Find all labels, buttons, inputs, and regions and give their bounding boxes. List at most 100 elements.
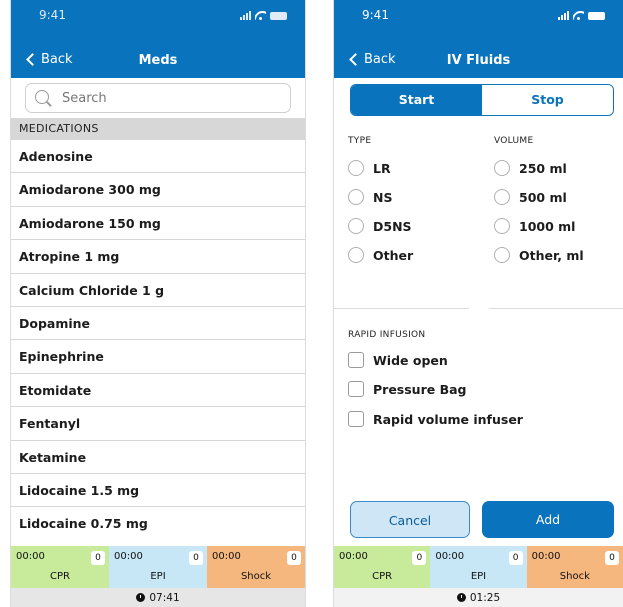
medication-item[interactable]: Amiodarone 300 mg: [11, 173, 305, 207]
type-header: TYPE: [348, 136, 372, 146]
type-option-label: LR: [373, 160, 391, 176]
divider: [489, 308, 623, 309]
radio-button[interactable]: [348, 189, 364, 205]
checkbox[interactable]: [348, 352, 364, 368]
radio-button[interactable]: [348, 160, 364, 176]
search-icon: [34, 89, 52, 107]
cancel-button[interactable]: Cancel: [350, 501, 470, 538]
type-option-lr[interactable]: LR: [348, 160, 391, 176]
wifi-icon: [573, 11, 584, 20]
add-button[interactable]: Add: [482, 501, 614, 538]
signal-icon: [558, 11, 569, 20]
checkbox[interactable]: [348, 411, 364, 427]
meds-screen: 9:41 Back Meds MEDICATIONS Adenosine Ami…: [10, 0, 306, 607]
rapid-option-label: Wide open: [373, 352, 448, 368]
rapid-option-label: Rapid volume infuser: [373, 411, 523, 427]
shock-count: 0: [287, 551, 301, 565]
timer-bar: 00:00 0 CPR 00:00 0 EPI 00:00 0 Shock: [11, 546, 305, 588]
shock-timer[interactable]: 00:00 0 Shock: [526, 546, 623, 588]
epi-timer[interactable]: 00:00 0 EPI: [109, 546, 207, 588]
segment-start[interactable]: Start: [351, 85, 482, 115]
volume-header: VOLUME: [494, 136, 534, 146]
iv-fluids-screen: 9:41 Back IV Fluids Start Stop TYPE VOLU…: [333, 0, 623, 607]
medication-item[interactable]: Adenosine: [11, 140, 305, 174]
search-input[interactable]: [62, 90, 262, 106]
medication-item[interactable]: Fentanyl: [11, 407, 305, 441]
signal-icon: [240, 11, 251, 20]
shock-time: 00:00: [531, 551, 561, 562]
status-icons: [558, 11, 605, 20]
cpr-count: 0: [91, 551, 105, 565]
clock-icon: [136, 593, 146, 602]
type-option-label: D5NS: [373, 218, 412, 234]
medication-item[interactable]: Lidocaine 1.5 mg: [11, 474, 305, 508]
search-box[interactable]: [25, 83, 291, 113]
status-bar: 9:41: [334, 8, 623, 26]
page-title: IV Fluids: [446, 53, 511, 68]
shock-timer[interactable]: 00:00 0 Shock: [207, 546, 305, 588]
cpr-label: CPR: [50, 571, 70, 582]
medication-item[interactable]: Ketamine: [11, 441, 305, 474]
epi-label: EPI: [150, 571, 166, 582]
rapid-option-rapid-volume-infuser[interactable]: Rapid volume infuser: [348, 411, 523, 427]
start-stop-segmented-control: Start Stop: [350, 84, 614, 116]
radio-button[interactable]: [494, 189, 510, 205]
type-option-ns[interactable]: NS: [348, 189, 392, 205]
cpr-timer[interactable]: 00:00 0 CPR: [334, 546, 431, 588]
cpr-time: 00:00: [339, 551, 368, 562]
epi-count: 0: [189, 551, 203, 565]
radio-button[interactable]: [494, 218, 510, 234]
medication-item[interactable]: Amiodarone 150 mg: [11, 207, 305, 241]
iv-fluids-header: 9:41 Back IV Fluids: [334, 0, 623, 78]
medication-item[interactable]: Dopamine: [11, 307, 305, 341]
volume-option-other[interactable]: Other, ml: [494, 247, 584, 263]
volume-option-label: 1000 ml: [519, 218, 576, 234]
rapid-infusion-header: RAPID INFUSION: [348, 330, 426, 340]
status-time: 9:41: [39, 8, 66, 22]
volume-option-1000[interactable]: 1000 ml: [494, 218, 575, 234]
timer-bar: 00:00 0 CPR 00:00 0 EPI 00:00 0 Shock: [334, 546, 623, 588]
type-option-d5ns[interactable]: D5NS: [348, 218, 412, 234]
medication-list: Adenosine Amiodarone 300 mg Amiodarone 1…: [11, 140, 305, 541]
radio-button[interactable]: [348, 218, 364, 234]
volume-option-label: Other, ml: [519, 247, 584, 263]
type-option-label: NS: [373, 189, 393, 205]
nav-bar: Back IV Fluids: [334, 52, 623, 74]
shock-label: Shock: [240, 571, 272, 582]
segment-stop[interactable]: Stop: [482, 85, 613, 115]
type-option-other[interactable]: Other: [348, 247, 413, 263]
rapid-option-label: Pressure Bag: [373, 381, 467, 397]
elapsed-timer: 01:25: [334, 588, 623, 607]
cpr-time: 00:00: [16, 551, 45, 562]
status-bar: 9:41: [11, 8, 305, 26]
volume-option-label: 250 ml: [519, 160, 567, 176]
epi-count: 0: [508, 551, 523, 565]
medication-item[interactable]: Calcium Chloride 1 g: [11, 274, 305, 307]
checkbox[interactable]: [348, 381, 364, 397]
status-icons: [240, 11, 287, 20]
medication-item[interactable]: Atropine 1 mg: [11, 240, 305, 274]
status-time: 9:41: [362, 8, 389, 22]
battery-icon: [270, 12, 287, 20]
radio-button[interactable]: [494, 160, 510, 176]
divider: [334, 308, 469, 309]
epi-timer[interactable]: 00:00 0 EPI: [430, 546, 527, 588]
medication-item[interactable]: Lidocaine 0.75 mg: [11, 507, 305, 540]
shock-time: 00:00: [212, 551, 241, 562]
medication-item[interactable]: Etomidate: [11, 374, 305, 408]
cpr-timer[interactable]: 00:00 0 CPR: [11, 546, 109, 588]
volume-option-250[interactable]: 250 ml: [494, 160, 567, 176]
radio-button[interactable]: [494, 247, 510, 263]
clock-icon: [456, 593, 466, 602]
radio-button[interactable]: [348, 247, 364, 263]
rapid-option-wide-open[interactable]: Wide open: [348, 352, 448, 368]
elapsed-time: 07:41: [149, 591, 180, 604]
nav-bar: Back Meds: [11, 52, 305, 74]
rapid-option-pressure-bag[interactable]: Pressure Bag: [348, 381, 467, 397]
epi-label: EPI: [470, 571, 487, 582]
wifi-icon: [255, 11, 266, 20]
volume-option-label: 500 ml: [519, 189, 567, 205]
volume-option-500[interactable]: 500 ml: [494, 189, 567, 205]
shock-count: 0: [604, 551, 619, 565]
medication-item[interactable]: Epinephrine: [11, 340, 305, 374]
